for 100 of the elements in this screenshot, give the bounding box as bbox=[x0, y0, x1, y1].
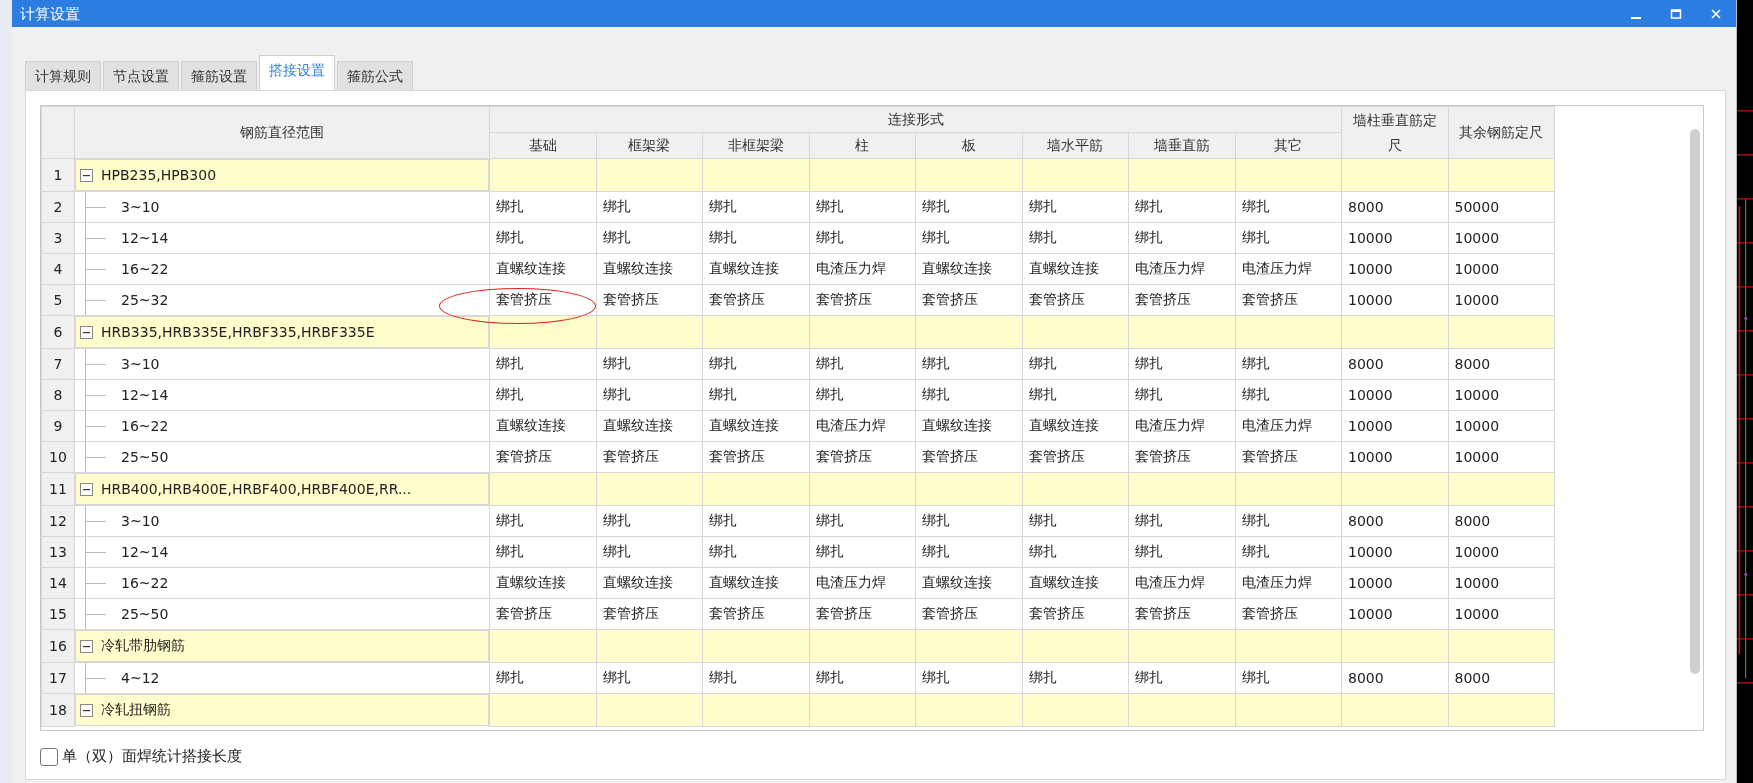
table-cell[interactable]: 绑扎 bbox=[809, 536, 916, 568]
table-cell[interactable]: 绑扎 bbox=[809, 662, 916, 694]
table-cell[interactable]: 绑扎 bbox=[702, 379, 809, 411]
table-cell[interactable]: 套管挤压 bbox=[1128, 284, 1235, 316]
table-cell[interactable]: 套管挤压 bbox=[915, 598, 1022, 630]
table-cell[interactable]: 绑扎 bbox=[915, 662, 1022, 694]
table-cell[interactable]: 电渣压力焊 bbox=[1128, 253, 1235, 285]
table-cell[interactable]: 绑扎 bbox=[1022, 536, 1129, 568]
table-cell[interactable]: 绑扎 bbox=[1022, 505, 1129, 537]
table-cell[interactable]: 直螺纹连接 bbox=[915, 567, 1022, 599]
table-cell[interactable]: 套管挤压 bbox=[489, 284, 596, 316]
table-cell[interactable]: 10000 bbox=[1341, 567, 1448, 599]
tab[interactable]: 节点设置 bbox=[103, 61, 179, 90]
table-cell[interactable]: 套管挤压 bbox=[1128, 441, 1235, 473]
table-cell[interactable]: 绑扎 bbox=[1235, 191, 1342, 223]
table-cell[interactable]: 绑扎 bbox=[809, 348, 916, 380]
table-cell[interactable]: 10000 bbox=[1448, 567, 1555, 599]
table-cell[interactable]: 绑扎 bbox=[1022, 379, 1129, 411]
table-cell[interactable]: 绑扎 bbox=[596, 505, 703, 537]
table-cell[interactable]: 套管挤压 bbox=[915, 284, 1022, 316]
table-cell[interactable]: 10000 bbox=[1341, 410, 1448, 442]
table-cell[interactable]: 绑扎 bbox=[915, 348, 1022, 380]
table-cell[interactable]: 绑扎 bbox=[1022, 191, 1129, 223]
table-cell[interactable]: 绑扎 bbox=[1235, 536, 1342, 568]
table-cell[interactable]: 10000 bbox=[1448, 222, 1555, 254]
table-cell[interactable]: 套管挤压 bbox=[915, 441, 1022, 473]
table-cell[interactable]: 8000 bbox=[1341, 191, 1448, 223]
table-cell[interactable]: 直螺纹连接 bbox=[702, 410, 809, 442]
table-cell[interactable]: 绑扎 bbox=[1235, 662, 1342, 694]
collapse-icon[interactable] bbox=[80, 703, 93, 717]
table-cell[interactable]: 套管挤压 bbox=[702, 441, 809, 473]
table-cell[interactable]: 10000 bbox=[1448, 379, 1555, 411]
table-cell[interactable]: 10000 bbox=[1341, 598, 1448, 630]
table-cell[interactable]: 绑扎 bbox=[1235, 348, 1342, 380]
table-cell[interactable]: 套管挤压 bbox=[489, 598, 596, 630]
tab[interactable]: 计算规则 bbox=[25, 61, 101, 90]
table-cell[interactable]: 套管挤压 bbox=[596, 441, 703, 473]
table-cell[interactable]: 8000 bbox=[1341, 348, 1448, 380]
table-cell[interactable]: 绑扎 bbox=[915, 191, 1022, 223]
table-cell[interactable]: 绑扎 bbox=[809, 191, 916, 223]
collapse-icon[interactable] bbox=[80, 482, 93, 496]
table-cell[interactable]: 绑扎 bbox=[915, 505, 1022, 537]
table-cell[interactable]: 绑扎 bbox=[1128, 191, 1235, 223]
table-cell[interactable]: 绑扎 bbox=[702, 191, 809, 223]
table-cell[interactable]: 绑扎 bbox=[1022, 222, 1129, 254]
table-cell[interactable]: 8000 bbox=[1448, 348, 1555, 380]
table-cell[interactable]: 绑扎 bbox=[489, 222, 596, 254]
table-cell[interactable]: 直螺纹连接 bbox=[1022, 410, 1129, 442]
table-cell[interactable]: 直螺纹连接 bbox=[1022, 253, 1129, 285]
table-cell[interactable]: 套管挤压 bbox=[1022, 598, 1129, 630]
collapse-icon[interactable] bbox=[80, 168, 93, 182]
table-cell[interactable]: 直螺纹连接 bbox=[1022, 567, 1129, 599]
table-cell[interactable]: 10000 bbox=[1448, 441, 1555, 473]
table-cell[interactable]: 绑扎 bbox=[1022, 348, 1129, 380]
table-cell[interactable]: 电渣压力焊 bbox=[809, 253, 916, 285]
table-cell[interactable]: 套管挤压 bbox=[1235, 441, 1342, 473]
table-cell[interactable]: 绑扎 bbox=[489, 505, 596, 537]
table-cell[interactable]: 绑扎 bbox=[702, 662, 809, 694]
table-cell[interactable]: 套管挤压 bbox=[1235, 284, 1342, 316]
table-cell[interactable]: 10000 bbox=[1341, 441, 1448, 473]
table-cell[interactable]: 套管挤压 bbox=[809, 284, 916, 316]
table-cell[interactable]: 直螺纹连接 bbox=[702, 253, 809, 285]
table-cell[interactable]: 套管挤压 bbox=[1022, 441, 1129, 473]
table-cell[interactable]: 电渣压力焊 bbox=[1235, 410, 1342, 442]
table-cell[interactable]: 绑扎 bbox=[489, 662, 596, 694]
table-cell[interactable]: 10000 bbox=[1341, 284, 1448, 316]
tab[interactable]: 箍筋设置 bbox=[181, 61, 257, 90]
table-cell[interactable]: 电渣压力焊 bbox=[1235, 567, 1342, 599]
table-cell[interactable]: 绑扎 bbox=[1022, 662, 1129, 694]
table-cell[interactable]: 绑扎 bbox=[809, 505, 916, 537]
table-cell[interactable]: 绑扎 bbox=[915, 379, 1022, 411]
table-cell[interactable]: 直螺纹连接 bbox=[489, 253, 596, 285]
table-cell[interactable]: 绑扎 bbox=[1128, 662, 1235, 694]
table-cell[interactable]: 8000 bbox=[1448, 662, 1555, 694]
table-cell[interactable]: 10000 bbox=[1341, 379, 1448, 411]
collapse-icon[interactable] bbox=[80, 325, 93, 339]
checkbox[interactable] bbox=[40, 747, 58, 766]
table-cell[interactable]: 绑扎 bbox=[1235, 505, 1342, 537]
table-cell[interactable]: 套管挤压 bbox=[702, 284, 809, 316]
table-cell[interactable]: 直螺纹连接 bbox=[489, 410, 596, 442]
table-cell[interactable]: 直螺纹连接 bbox=[915, 253, 1022, 285]
table-cell[interactable]: 电渣压力焊 bbox=[1235, 253, 1342, 285]
table-cell[interactable]: 绑扎 bbox=[915, 222, 1022, 254]
table-cell[interactable]: 绑扎 bbox=[702, 536, 809, 568]
table-cell[interactable]: 10000 bbox=[1341, 253, 1448, 285]
table-cell[interactable]: 绑扎 bbox=[702, 222, 809, 254]
table-cell[interactable]: 绑扎 bbox=[489, 536, 596, 568]
table-cell[interactable]: 套管挤压 bbox=[596, 598, 703, 630]
table-cell[interactable]: 50000 bbox=[1448, 191, 1555, 223]
scrollbar[interactable] bbox=[1690, 129, 1700, 674]
table-cell[interactable]: 绑扎 bbox=[702, 505, 809, 537]
table-cell[interactable]: 10000 bbox=[1448, 536, 1555, 568]
table-cell[interactable]: 套管挤压 bbox=[489, 441, 596, 473]
table-cell[interactable]: 电渣压力焊 bbox=[1128, 410, 1235, 442]
table-cell[interactable]: 绑扎 bbox=[1128, 536, 1235, 568]
table-cell[interactable]: 绑扎 bbox=[702, 348, 809, 380]
table-cell[interactable]: 直螺纹连接 bbox=[702, 567, 809, 599]
table-cell[interactable]: 绑扎 bbox=[1235, 222, 1342, 254]
table-cell[interactable]: 套管挤压 bbox=[596, 284, 703, 316]
table-cell[interactable]: 10000 bbox=[1341, 222, 1448, 254]
